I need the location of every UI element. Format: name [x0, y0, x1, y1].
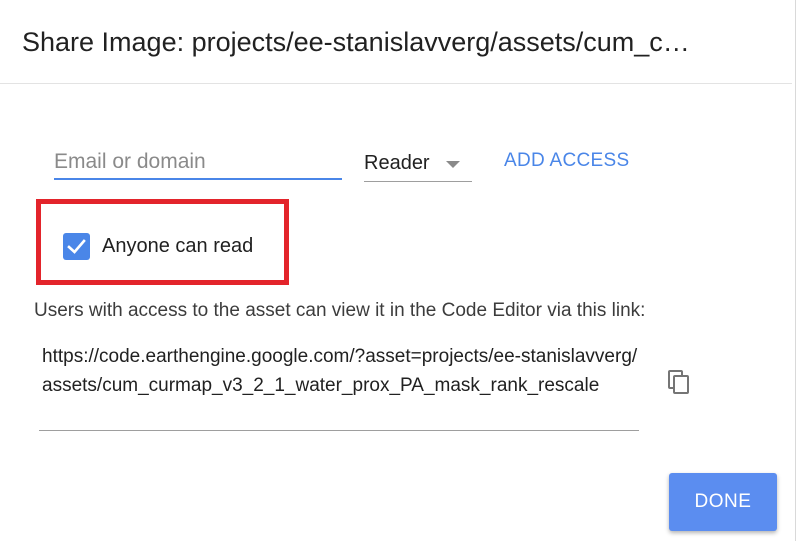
- copy-icon[interactable]: [666, 369, 692, 395]
- email-input[interactable]: [54, 146, 342, 180]
- role-select-value: Reader: [364, 152, 430, 174]
- add-access-button[interactable]: ADD ACCESS: [504, 150, 629, 172]
- caret-down-icon: [446, 161, 460, 168]
- done-button[interactable]: DONE: [669, 473, 777, 531]
- anyone-can-read-label: Anyone can read: [102, 235, 254, 257]
- asset-link-field[interactable]: https://code.earthengine.google.com/?ass…: [39, 340, 639, 431]
- share-image-dialog: Share Image: projects/ee-stanislavverg/a…: [0, 0, 796, 541]
- checkmark-icon: [67, 239, 86, 254]
- dialog-header: Share Image: projects/ee-stanislavverg/a…: [0, 0, 792, 84]
- role-select[interactable]: Reader: [364, 150, 472, 182]
- dialog-title: Share Image: projects/ee-stanislavverg/a…: [22, 27, 690, 57]
- link-info-text: Users with access to the asset can view …: [34, 300, 646, 321]
- anyone-can-read-checkbox[interactable]: [63, 233, 90, 260]
